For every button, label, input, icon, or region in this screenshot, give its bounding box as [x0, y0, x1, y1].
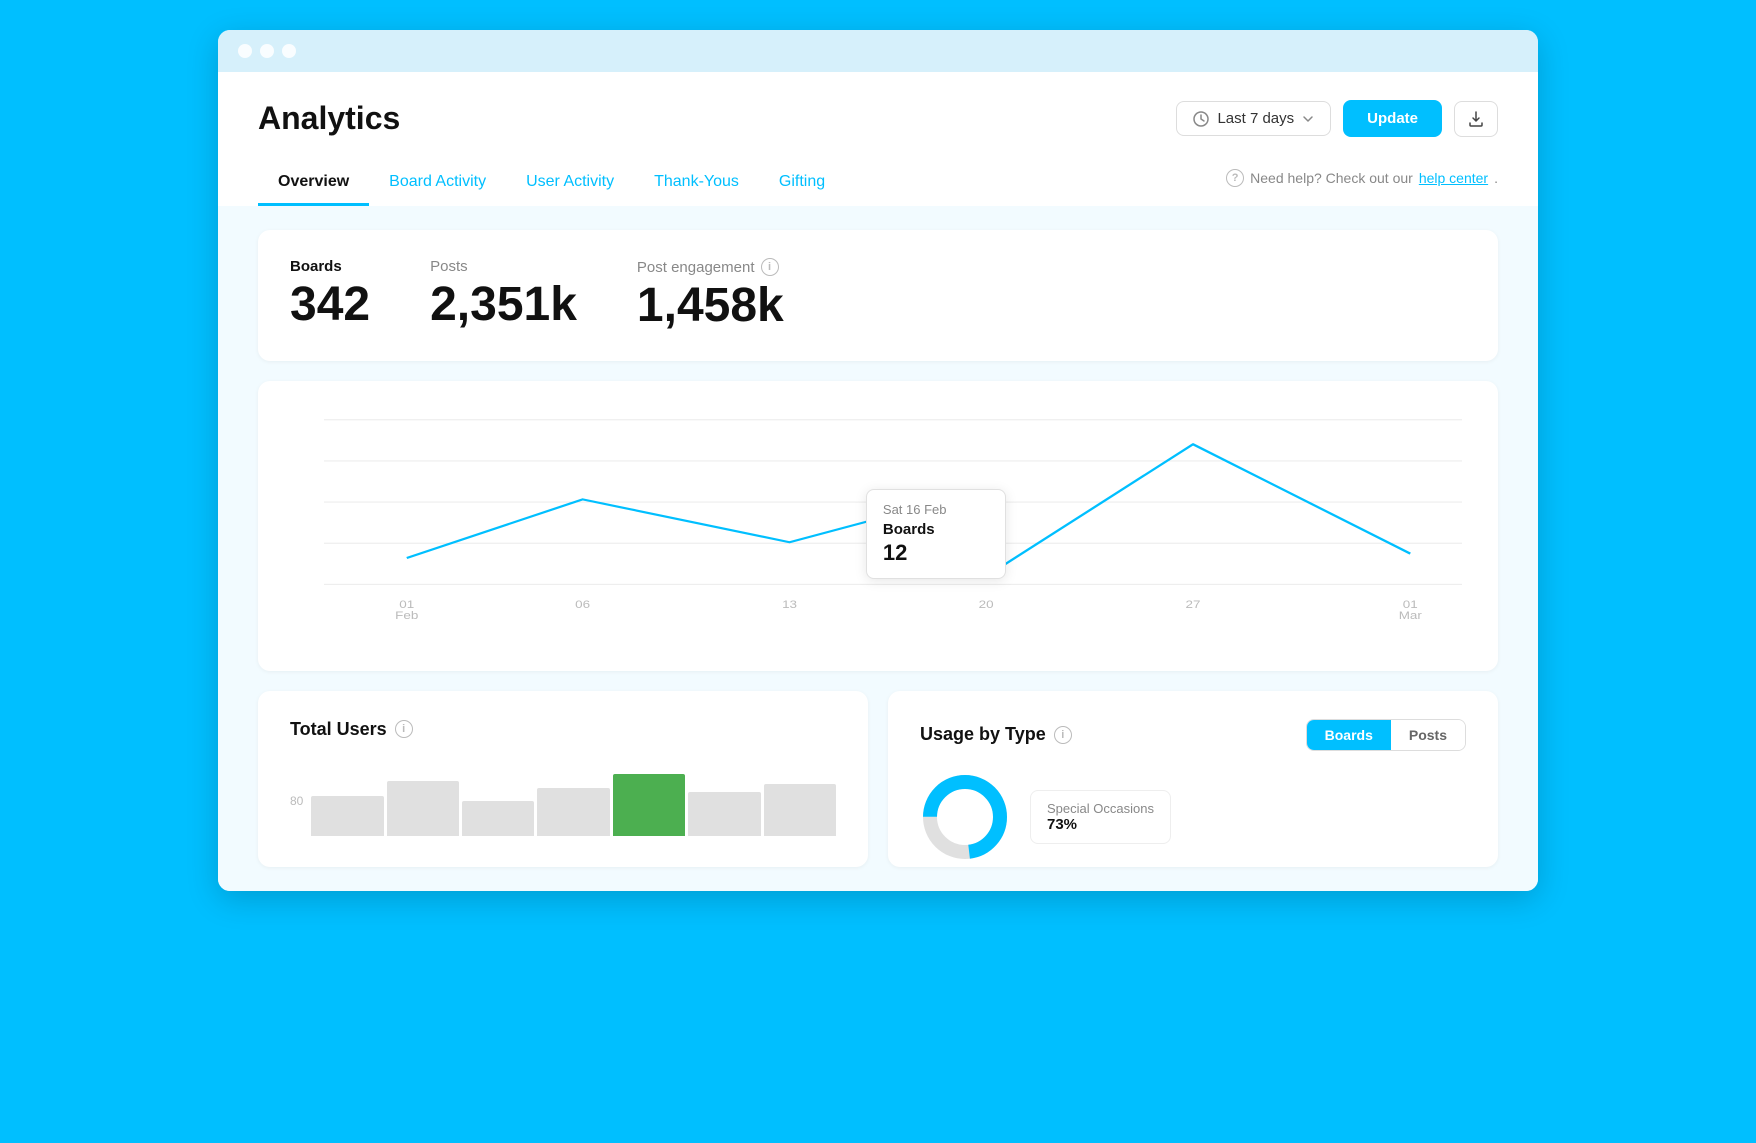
bar-7: [764, 784, 836, 836]
special-occasions-label: Special Occasions: [1047, 801, 1154, 816]
header: Analytics Last 7 days Update: [218, 72, 1538, 206]
total-users-title: Total Users i: [290, 719, 413, 740]
usage-donut-area: Special Occasions 73%: [920, 767, 1466, 867]
date-filter-label: Last 7 days: [1217, 110, 1294, 127]
bar-1: [311, 796, 383, 836]
stat-posts: Posts 2,351k: [430, 258, 577, 332]
special-occasions-box: Special Occasions 73%: [1030, 790, 1171, 844]
total-users-card: Total Users i 80: [258, 691, 868, 867]
app-window: Analytics Last 7 days Update: [218, 30, 1538, 891]
titlebar-dot-1: [238, 44, 252, 58]
usage-by-type-header: Usage by Type i Boards Posts: [920, 719, 1466, 751]
download-icon: [1467, 110, 1485, 128]
bar-6: [688, 792, 760, 836]
date-filter[interactable]: Last 7 days: [1176, 101, 1331, 136]
nav-tabs: Overview Board Activity User Activity Th…: [258, 161, 1498, 206]
svg-text:Mar: Mar: [1399, 609, 1422, 621]
titlebar-dot-3: [282, 44, 296, 58]
stats-row: Boards 342 Posts 2,351k Post engagement …: [290, 258, 1466, 333]
help-circle-icon: ?: [1226, 169, 1244, 187]
svg-text:Feb: Feb: [395, 609, 418, 621]
stat-post-engagement: Post engagement i 1,458k: [637, 258, 784, 333]
post-engagement-label: Post engagement i: [637, 258, 784, 276]
titlebar-dot-2: [260, 44, 274, 58]
post-engagement-value: 1,458k: [637, 280, 784, 333]
clock-icon: [1193, 111, 1209, 127]
tab-thank-yous[interactable]: Thank-Yous: [634, 161, 759, 206]
posts-value: 2,351k: [430, 279, 577, 332]
help-center-link[interactable]: help center: [1419, 170, 1488, 186]
posts-label: Posts: [430, 258, 577, 275]
svg-text:27: 27: [1186, 598, 1201, 611]
stats-card: Boards 342 Posts 2,351k Post engagement …: [258, 230, 1498, 361]
tabs-list: Overview Board Activity User Activity Th…: [258, 161, 845, 206]
special-occasions-value: 73%: [1047, 816, 1154, 833]
titlebar: [218, 30, 1538, 72]
y-label-80: 80: [290, 794, 303, 808]
usage-by-type-card: Usage by Type i Boards Posts: [888, 691, 1498, 867]
donut-chart: [920, 772, 1010, 862]
svg-text:06: 06: [575, 598, 590, 611]
chart-card: 150 100 50 5: [258, 381, 1498, 671]
boards-label: Boards: [290, 258, 370, 275]
total-users-chart-area: 80: [290, 756, 836, 852]
tooltip-value: 12: [883, 540, 989, 566]
usage-by-type-title: Usage by Type i: [920, 724, 1072, 745]
main-content: Boards 342 Posts 2,351k Post engagement …: [218, 206, 1538, 891]
tooltip-label: Boards: [883, 521, 989, 538]
stat-boards: Boards 342: [290, 258, 370, 332]
chart-tooltip: Sat 16 Feb Boards 12: [866, 489, 1006, 579]
tab-board-activity[interactable]: Board Activity: [369, 161, 506, 206]
post-engagement-info-icon: i: [761, 258, 779, 276]
chart-area: 150 100 50 5: [274, 401, 1482, 661]
usage-tab-group: Boards Posts: [1306, 719, 1466, 751]
help-text-label: Need help? Check out our: [1250, 170, 1413, 186]
bar-4: [537, 788, 609, 836]
svg-text:20: 20: [979, 598, 994, 611]
header-top: Analytics Last 7 days Update: [258, 100, 1498, 137]
update-button[interactable]: Update: [1343, 100, 1442, 137]
total-users-info-icon: i: [395, 720, 413, 738]
bar-3: [462, 801, 534, 836]
bottom-cards: Total Users i 80: [258, 691, 1498, 867]
usage-by-type-info-icon: i: [1054, 726, 1072, 744]
page-title: Analytics: [258, 100, 400, 137]
tab-gifting[interactable]: Gifting: [759, 161, 845, 206]
tooltip-date: Sat 16 Feb: [883, 502, 989, 517]
download-button[interactable]: [1454, 101, 1498, 137]
bar-5: [613, 774, 685, 836]
chevron-down-icon: [1302, 113, 1314, 125]
boards-value: 342: [290, 279, 370, 332]
tab-overview[interactable]: Overview: [258, 161, 369, 206]
svg-text:13: 13: [782, 598, 797, 611]
users-bar-chart: [311, 756, 836, 836]
header-controls: Last 7 days Update: [1176, 100, 1498, 137]
tab-user-activity[interactable]: User Activity: [506, 161, 634, 206]
help-section: ? Need help? Check out our help center.: [1226, 169, 1498, 199]
total-users-header: Total Users i: [290, 719, 836, 740]
posts-tab-button[interactable]: Posts: [1391, 720, 1465, 750]
bar-2: [387, 781, 459, 836]
boards-tab-button[interactable]: Boards: [1307, 720, 1391, 750]
